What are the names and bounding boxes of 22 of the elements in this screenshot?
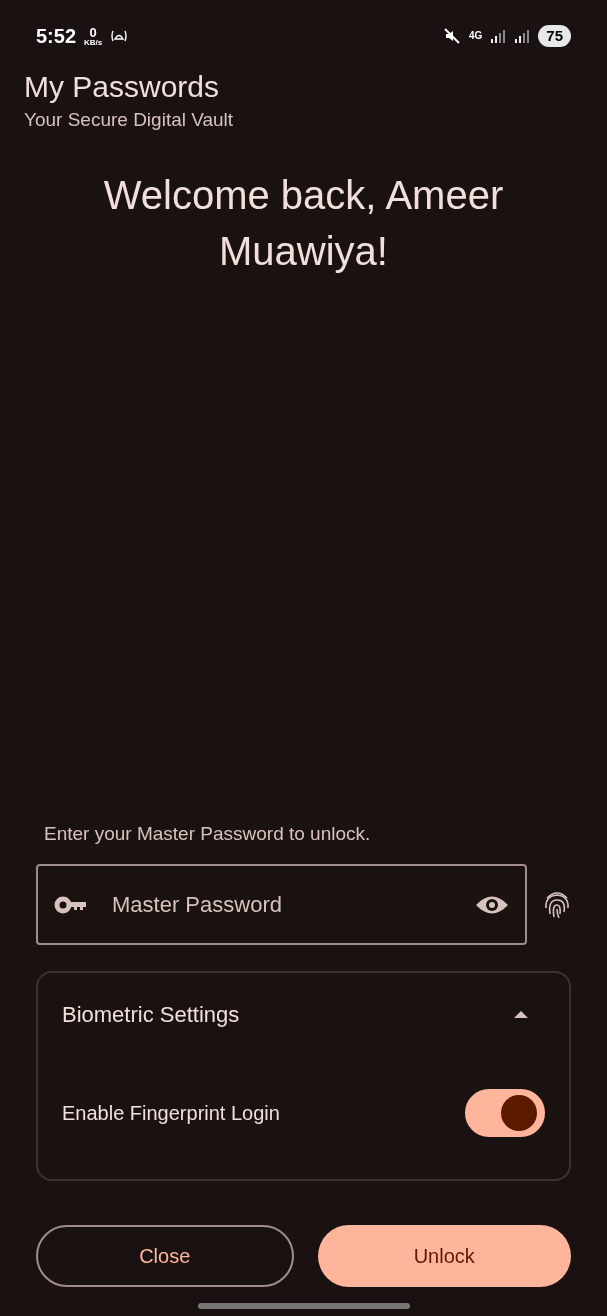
fingerprint-toggle[interactable]	[465, 1089, 545, 1137]
toggle-label: Enable Fingerprint Login	[62, 1101, 280, 1126]
caret-icon[interactable]	[513, 1009, 529, 1019]
signal-icon	[490, 29, 507, 43]
fingerprint-icon[interactable]	[543, 889, 571, 920]
status-time: 5:52	[36, 24, 77, 49]
app-subtitle: Your Secure Digital Vault	[24, 108, 235, 132]
welcome-heading: Welcome back, Ameer Muawiya!	[102, 171, 505, 275]
unlock-prompt: Enter your Master Password to unlock.	[43, 821, 372, 846]
signal-icon	[514, 29, 531, 43]
speed-unit: KB/s	[84, 38, 103, 47]
password-field[interactable]: Master Password	[36, 864, 527, 945]
app-title: My Passwords	[24, 69, 221, 105]
key-icon	[54, 895, 88, 914]
password-input[interactable]: Master Password	[112, 888, 451, 921]
mute-icon	[442, 27, 461, 45]
unlock-button[interactable]: Unlock	[317, 1225, 571, 1287]
biometric-title[interactable]: Biometric Settings	[62, 997, 240, 1031]
network-label: 4G	[468, 31, 483, 41]
speed-value: 0	[89, 25, 97, 39]
close-button[interactable]: Close	[36, 1225, 294, 1287]
battery-indicator: 75	[538, 25, 571, 47]
